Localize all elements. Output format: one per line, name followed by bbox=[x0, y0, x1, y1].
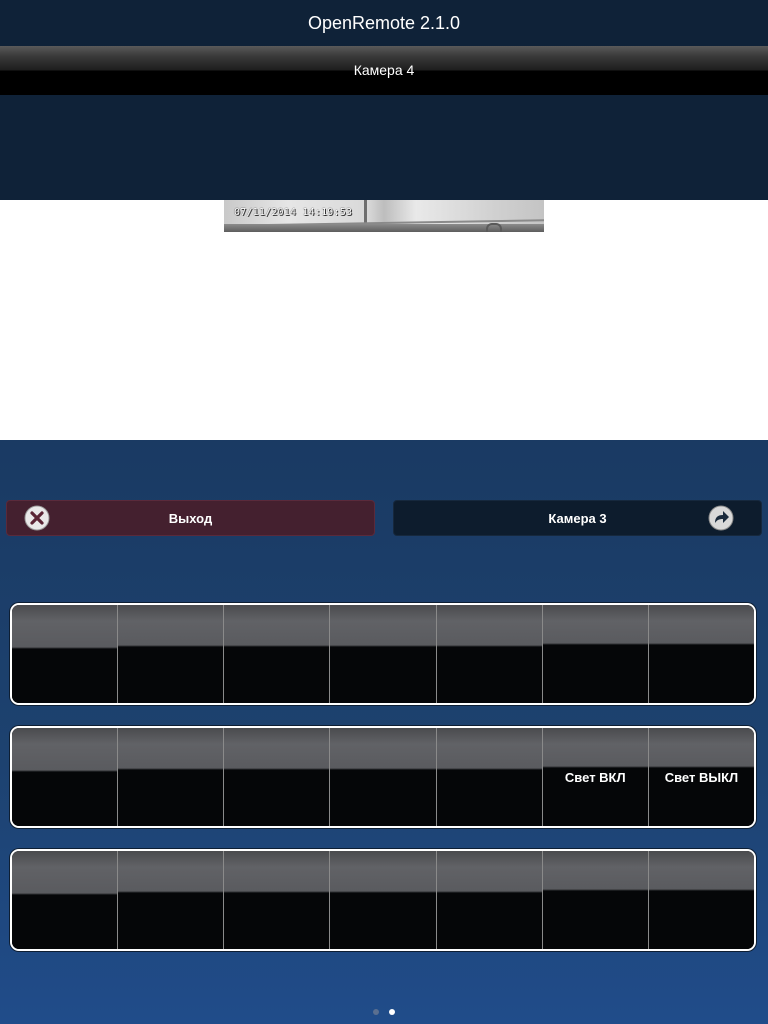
light-off-button[interactable]: Свет ВЫКЛ bbox=[648, 728, 754, 826]
camera-timestamp: 07/11/2014 14:19:53 bbox=[234, 207, 353, 218]
page-dot-1[interactable] bbox=[373, 1009, 379, 1015]
panel-3-button-4[interactable] bbox=[330, 851, 437, 949]
button-panel-3 bbox=[10, 849, 756, 951]
camera-image[interactable]: 07/11/2014 14:19:53 bbox=[224, 200, 544, 232]
panel-3-button-2[interactable] bbox=[118, 851, 225, 949]
panel-1-button-4[interactable] bbox=[330, 605, 437, 703]
panel-1-button-5[interactable] bbox=[436, 605, 543, 703]
camera-3-button-label: Камера 3 bbox=[548, 510, 607, 526]
camera-3-button[interactable]: Камера 3 bbox=[393, 500, 762, 536]
panel-3-button-6[interactable] bbox=[542, 851, 649, 949]
page-dot-2[interactable] bbox=[389, 1009, 395, 1015]
light-on-button[interactable]: Свет ВКЛ bbox=[542, 728, 649, 826]
close-circle-icon bbox=[24, 505, 50, 531]
navigation-bar: Камера 4 bbox=[0, 46, 768, 95]
camera-view-area: 07/11/2014 14:19:53 bbox=[0, 200, 768, 440]
panel-1-button-2[interactable] bbox=[118, 605, 225, 703]
exit-button[interactable]: Выход bbox=[6, 500, 375, 536]
light-on-label: Свет ВКЛ bbox=[564, 769, 626, 785]
panel-2-button-3[interactable] bbox=[224, 728, 331, 826]
panel-1-button-3[interactable] bbox=[224, 605, 331, 703]
button-panel-2: Свет ВКЛ Свет ВЫКЛ bbox=[10, 726, 756, 828]
panel-2-button-4[interactable] bbox=[330, 728, 437, 826]
app-title: OpenRemote 2.1.0 bbox=[307, 12, 461, 33]
panel-3-button-7[interactable] bbox=[648, 851, 754, 949]
page-indicator[interactable] bbox=[0, 1009, 768, 1019]
button-panel-1 bbox=[10, 603, 756, 705]
panel-2-button-1[interactable] bbox=[12, 728, 119, 826]
screen-title: Камера 4 bbox=[353, 61, 415, 78]
panel-2-button-5[interactable] bbox=[436, 728, 543, 826]
panel-3-button-3[interactable] bbox=[224, 851, 331, 949]
camera-scene-fixture bbox=[486, 223, 502, 232]
redo-arrow-icon bbox=[708, 505, 734, 531]
panel-3-button-1[interactable] bbox=[12, 851, 119, 949]
panel-3-button-5[interactable] bbox=[436, 851, 543, 949]
panel-1-button-1[interactable] bbox=[12, 605, 119, 703]
light-off-label: Свет ВЫКЛ bbox=[664, 769, 739, 785]
panel-1-button-7[interactable] bbox=[648, 605, 754, 703]
panel-2-button-2[interactable] bbox=[118, 728, 225, 826]
header-spacer bbox=[0, 95, 768, 200]
app-title-bar: OpenRemote 2.1.0 bbox=[0, 0, 768, 46]
exit-button-label: Выход bbox=[168, 510, 213, 526]
panel-1-button-6[interactable] bbox=[542, 605, 649, 703]
